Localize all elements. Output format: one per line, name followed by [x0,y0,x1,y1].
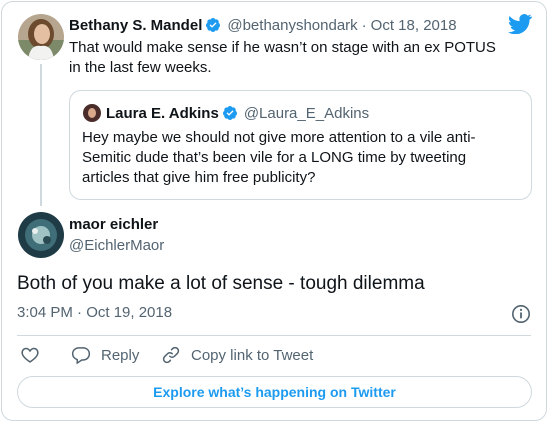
maor-avatar-image [18,212,64,258]
quoted-author-name: Laura E. Adkins [106,104,219,122]
thread-connector-line [40,64,42,206]
reply-author-name[interactable]: maor eichler [69,216,158,233]
divider [17,335,531,336]
main-tweet-text: That would make sense if he wasn’t on st… [69,39,496,76]
link-icon [162,346,180,364]
twitter-bird-icon[interactable] [508,14,532,34]
author-name[interactable]: Bethany S. Mandel [69,17,202,34]
quoted-avatar [83,104,101,122]
explore-twitter-label: Explore what’s happening on Twitter [153,384,396,400]
quoted-author-handle: @Laura_E_Adkins [243,104,370,122]
reply-label: Reply [101,346,140,364]
info-icon[interactable] [511,304,531,324]
avatar[interactable] [18,14,64,60]
explore-twitter-button[interactable]: Explore what’s happening on Twitter [17,376,532,408]
reply-bubble-icon [71,347,91,365]
main-tweet-header: Bethany S. Mandel @bethanyshondark · Oct… [69,15,457,35]
verified-badge-icon [206,18,221,32]
author-handle[interactable]: @bethanyshondark [227,17,357,34]
quoted-tweet-header: Laura E. Adkins @Laura_E_Adkins [106,103,369,123]
reply-button[interactable]: Reply [71,344,139,366]
separator-dot: · [361,16,367,34]
reply-avatar[interactable] [18,212,64,258]
tweet-date[interactable]: Oct 18, 2018 [371,17,457,34]
copy-link-button[interactable]: Copy link to Tweet [161,344,313,366]
bethany-avatar-image [18,14,64,60]
reply-author-handle[interactable]: @EichlerMaor [69,237,164,254]
laura-avatar-image [83,104,101,122]
verified-badge-icon [222,106,237,120]
reply-tweet-text: Both of you make a lot of sense - tough … [17,273,425,294]
heart-icon [21,347,39,363]
quoted-tweet-text: Hey maybe we should not give more attent… [82,129,476,186]
copy-link-label: Copy link to Tweet [191,346,314,364]
tweet-timestamp[interactable]: 3:04 PM · Oct 19, 2018 [17,304,172,321]
like-button[interactable] [20,344,50,366]
